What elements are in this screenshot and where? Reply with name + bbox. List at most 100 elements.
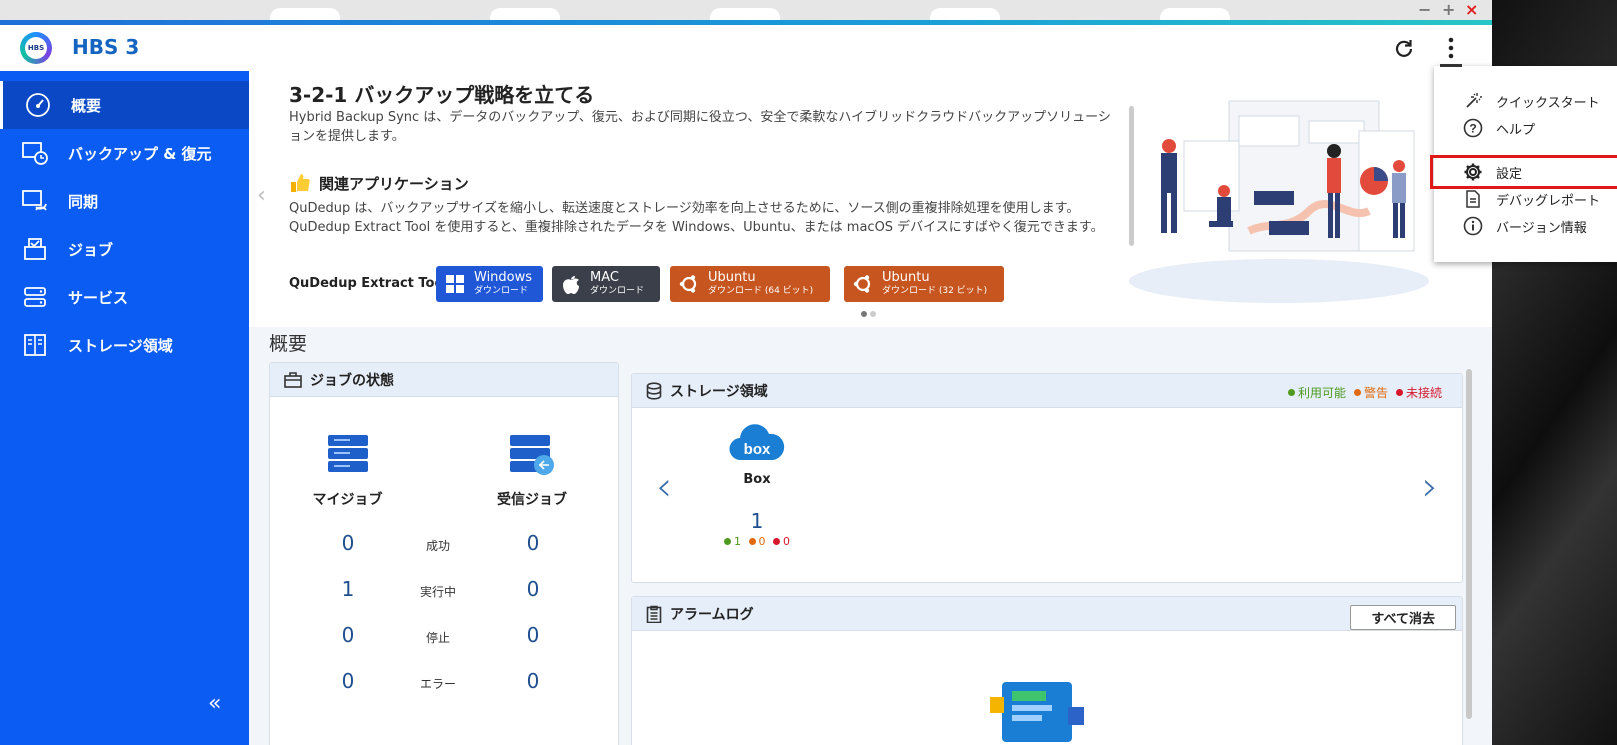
success-label: 成功: [425, 539, 450, 553]
job-status-panel: ジョブの状態 マイジョブ 受信ジョブ 0 成功 0 1 実行中 0 0 停止 0…: [269, 362, 619, 745]
carousel-indicator[interactable]: [861, 302, 879, 321]
storage-space-header: ストレージ領域 利用可能 警告 未接続: [632, 374, 1462, 408]
sidebar-item-label: バックアップ & 復元: [68, 144, 212, 163]
app-header: HBS HBS 3: [0, 25, 1492, 71]
refresh-icon[interactable]: [1389, 33, 1419, 63]
database-icon: [646, 381, 662, 400]
my-stopped-count[interactable]: 0: [328, 623, 368, 647]
menu-item-quick-start[interactable]: クイックスタート: [1434, 88, 1617, 114]
incoming-jobs-column[interactable]: 受信ジョブ: [492, 433, 572, 509]
storage-legend: 利用可能 警告 未接続: [1287, 384, 1442, 401]
team-illustration: [1129, 100, 1429, 303]
error-label: エラー: [419, 677, 456, 691]
my-jobs-column[interactable]: マイジョブ: [310, 433, 385, 509]
server-share-icon: [510, 435, 554, 475]
sidebar-item-service[interactable]: サービス: [0, 273, 249, 321]
promo-banner: ‹ 3-2-1 バックアップ戦略を立てる Hybrid Backup Sync …: [249, 71, 1492, 327]
my-success-count[interactable]: 0: [328, 531, 368, 555]
sidebar-item-label: ストレージ領域: [68, 336, 173, 355]
download-windows-button[interactable]: Windows ダウンロード: [436, 266, 543, 302]
sidebar: 概要 バックアップ & 復元 同期 ジョブ サービス ストレージ領域 «: [0, 71, 249, 745]
ubuntu-icon: [852, 273, 874, 295]
box-label: Box: [743, 472, 771, 487]
dashboard-icon: [23, 90, 53, 120]
download-ubuntu-32-button[interactable]: Ubuntu ダウンロード (32 ビット): [844, 266, 1004, 302]
storage-prev-arrow[interactable]: ‹: [656, 464, 672, 510]
job-status-header: ジョブの状態: [270, 363, 618, 397]
job-icon: [20, 234, 50, 264]
close-button[interactable]: ×: [1465, 0, 1478, 19]
my-running-count[interactable]: 1: [328, 577, 368, 601]
report-icon: [1462, 190, 1484, 208]
magic-wand-icon: [1462, 92, 1484, 110]
sync-icon: [20, 186, 50, 216]
banner-prev-arrow[interactable]: ‹: [257, 183, 266, 208]
menu-item-settings[interactable]: 設定: [1430, 155, 1617, 189]
sidebar-item-label: 同期: [68, 192, 99, 211]
hbs-logo: HBS: [20, 32, 52, 64]
main-scrollbar[interactable]: [1466, 369, 1472, 719]
clear-all-button[interactable]: すべて消去: [1350, 605, 1456, 630]
storage-next-arrow[interactable]: ›: [1422, 464, 1438, 510]
gear-icon: [1462, 162, 1484, 182]
menu-item-debug-report[interactable]: デバッグレポート: [1434, 186, 1617, 212]
sidebar-item-label: 概要: [71, 96, 102, 115]
help-icon: ?: [1462, 118, 1484, 138]
related-apps-description: QuDedup は、バックアップサイズを縮小し、転送速度とストレージ効率を向上さ…: [289, 201, 1104, 235]
box-storage-card[interactable]: box Box 1 1 0 0: [722, 420, 792, 548]
banner-description: Hybrid Backup Sync は、データのバックアップ、復元、および同期…: [289, 110, 1111, 144]
apple-icon: [560, 273, 582, 295]
ubuntu-icon: [678, 273, 700, 295]
overview-title: 概要: [269, 333, 308, 355]
browser-tab-strip: − + ×: [0, 0, 1492, 28]
thumbs-up-icon: [289, 172, 311, 194]
box-cloud-icon: box: [729, 424, 785, 461]
svg-text:box: box: [744, 441, 771, 458]
clipboard-icon: [646, 605, 662, 623]
box-status-counts: 1 0 0: [722, 535, 792, 548]
stopped-label: 停止: [425, 631, 450, 645]
service-icon: [20, 282, 50, 312]
collapse-sidebar-button[interactable]: «: [208, 691, 221, 716]
incoming-running-count[interactable]: 0: [513, 577, 553, 601]
alarm-log-panel: アラームログ すべて消去: [631, 596, 1463, 745]
sidebar-item-label: ジョブ: [68, 240, 114, 259]
my-error-count[interactable]: 0: [328, 669, 368, 693]
storage-space-panel: ストレージ領域 利用可能 警告 未接続 ‹ › box Box 1 1 0 0: [631, 373, 1463, 583]
main-content: ‹ 3-2-1 バックアップ戦略を立てる Hybrid Backup Sync …: [249, 71, 1492, 745]
download-mac-button[interactable]: MAC ダウンロード: [552, 266, 660, 302]
sidebar-item-overview[interactable]: 概要: [0, 81, 249, 129]
incoming-error-count[interactable]: 0: [513, 669, 553, 693]
banner-title: 3-2-1 バックアップ戦略を立てる: [289, 83, 595, 107]
extract-tool-label: QuDedup Extract Tool:: [289, 276, 454, 291]
legend-warning: 警告: [1353, 384, 1388, 401]
empty-log-illustration: [990, 682, 1084, 742]
info-icon: [1462, 216, 1484, 236]
backup-restore-icon: [20, 138, 50, 168]
legend-available: 利用可能: [1287, 384, 1346, 401]
alarm-log-header: アラームログ すべて消去: [632, 597, 1462, 631]
incoming-stopped-count[interactable]: 0: [513, 623, 553, 647]
menu-caret: [1440, 64, 1462, 67]
legend-disconnected: 未接続: [1395, 384, 1442, 401]
maximize-button[interactable]: +: [1442, 0, 1455, 19]
storage-space-icon: [20, 330, 50, 360]
windows-icon: [444, 273, 466, 295]
minimize-button[interactable]: −: [1418, 0, 1431, 19]
app-title: HBS 3: [72, 35, 140, 59]
svg-text:?: ?: [1469, 122, 1476, 136]
app-window: − + × HBS HBS 3 概要 バックアップ & 復元 同期 ジョブ サー…: [0, 0, 1492, 745]
related-apps-heading: 関連アプリケーション: [289, 172, 469, 194]
more-options-icon[interactable]: [1436, 33, 1466, 63]
download-ubuntu-64-button[interactable]: Ubuntu ダウンロード (64 ビット): [670, 266, 830, 302]
sidebar-item-storage-space[interactable]: ストレージ領域: [0, 321, 249, 369]
sidebar-item-sync[interactable]: 同期: [0, 177, 249, 225]
running-label: 実行中: [419, 585, 456, 599]
menu-item-help[interactable]: ? ヘルプ: [1434, 115, 1617, 141]
briefcase-icon: [284, 371, 302, 388]
box-count: 1: [750, 509, 764, 533]
menu-item-version-info[interactable]: バージョン情報: [1434, 213, 1617, 239]
incoming-success-count[interactable]: 0: [513, 531, 553, 555]
sidebar-item-backup-restore[interactable]: バックアップ & 復元: [0, 129, 249, 177]
sidebar-item-job[interactable]: ジョブ: [0, 225, 249, 273]
